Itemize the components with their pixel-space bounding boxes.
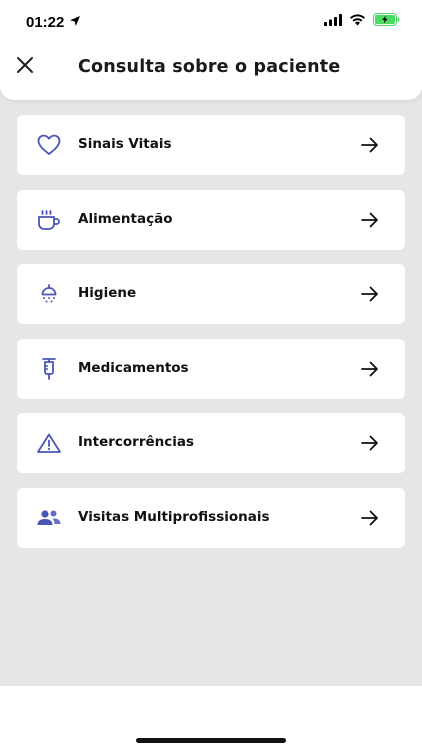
menu-item-visitas-multiprofissionais[interactable]: Visitas Multiprofissionais (17, 487, 405, 548)
content-area: Sinais Vitais Alimentação Higiene Medica… (0, 82, 422, 686)
header: Consulta sobre o paciente (0, 40, 422, 100)
menu-item-label: Intercorrências (78, 434, 195, 451)
wifi-icon (349, 13, 366, 31)
status-time: 01:22 (26, 14, 81, 31)
menu-item-intercorrencias[interactable]: Intercorrências (17, 413, 405, 474)
signal-icon (324, 13, 342, 31)
cup-icon (36, 207, 62, 233)
heart-icon (36, 132, 62, 158)
menu-list: Sinais Vitais Alimentação Higiene Medica… (17, 115, 405, 563)
home-indicator[interactable] (136, 738, 286, 743)
people-icon (36, 505, 62, 531)
arrow-right-icon (359, 209, 381, 231)
menu-item-label: Visitas Multiprofissionais (78, 508, 270, 525)
time-text: 01:22 (26, 13, 65, 31)
menu-item-medicamentos[interactable]: Medicamentos (17, 338, 405, 399)
page-title: Consulta sobre o paciente (78, 57, 341, 77)
shower-icon (36, 281, 62, 307)
menu-item-label: Sinais Vitais (78, 136, 172, 152)
warning-icon (36, 430, 62, 456)
arrow-right-icon (359, 134, 381, 156)
arrow-right-icon (359, 432, 381, 454)
menu-item-higiene[interactable]: Higiene (17, 264, 405, 325)
menu-item-label: Higiene (78, 285, 137, 302)
arrow-right-icon (359, 507, 381, 529)
menu-item-alimentacao[interactable]: Alimentação (17, 189, 405, 250)
syringe-icon (36, 356, 62, 382)
close-icon (16, 56, 34, 78)
status-indicators (324, 13, 400, 31)
arrow-right-icon (359, 358, 381, 380)
arrow-right-icon (359, 283, 381, 305)
location-arrow-icon (69, 14, 81, 31)
battery-icon (373, 13, 400, 31)
menu-item-label: Medicamentos (78, 359, 189, 376)
status-bar: 01:22 (0, 0, 422, 44)
menu-item-label: Alimentação (78, 210, 173, 227)
menu-item-sinais-vitais[interactable]: Sinais Vitais (17, 115, 405, 175)
close-button[interactable] (12, 54, 38, 80)
